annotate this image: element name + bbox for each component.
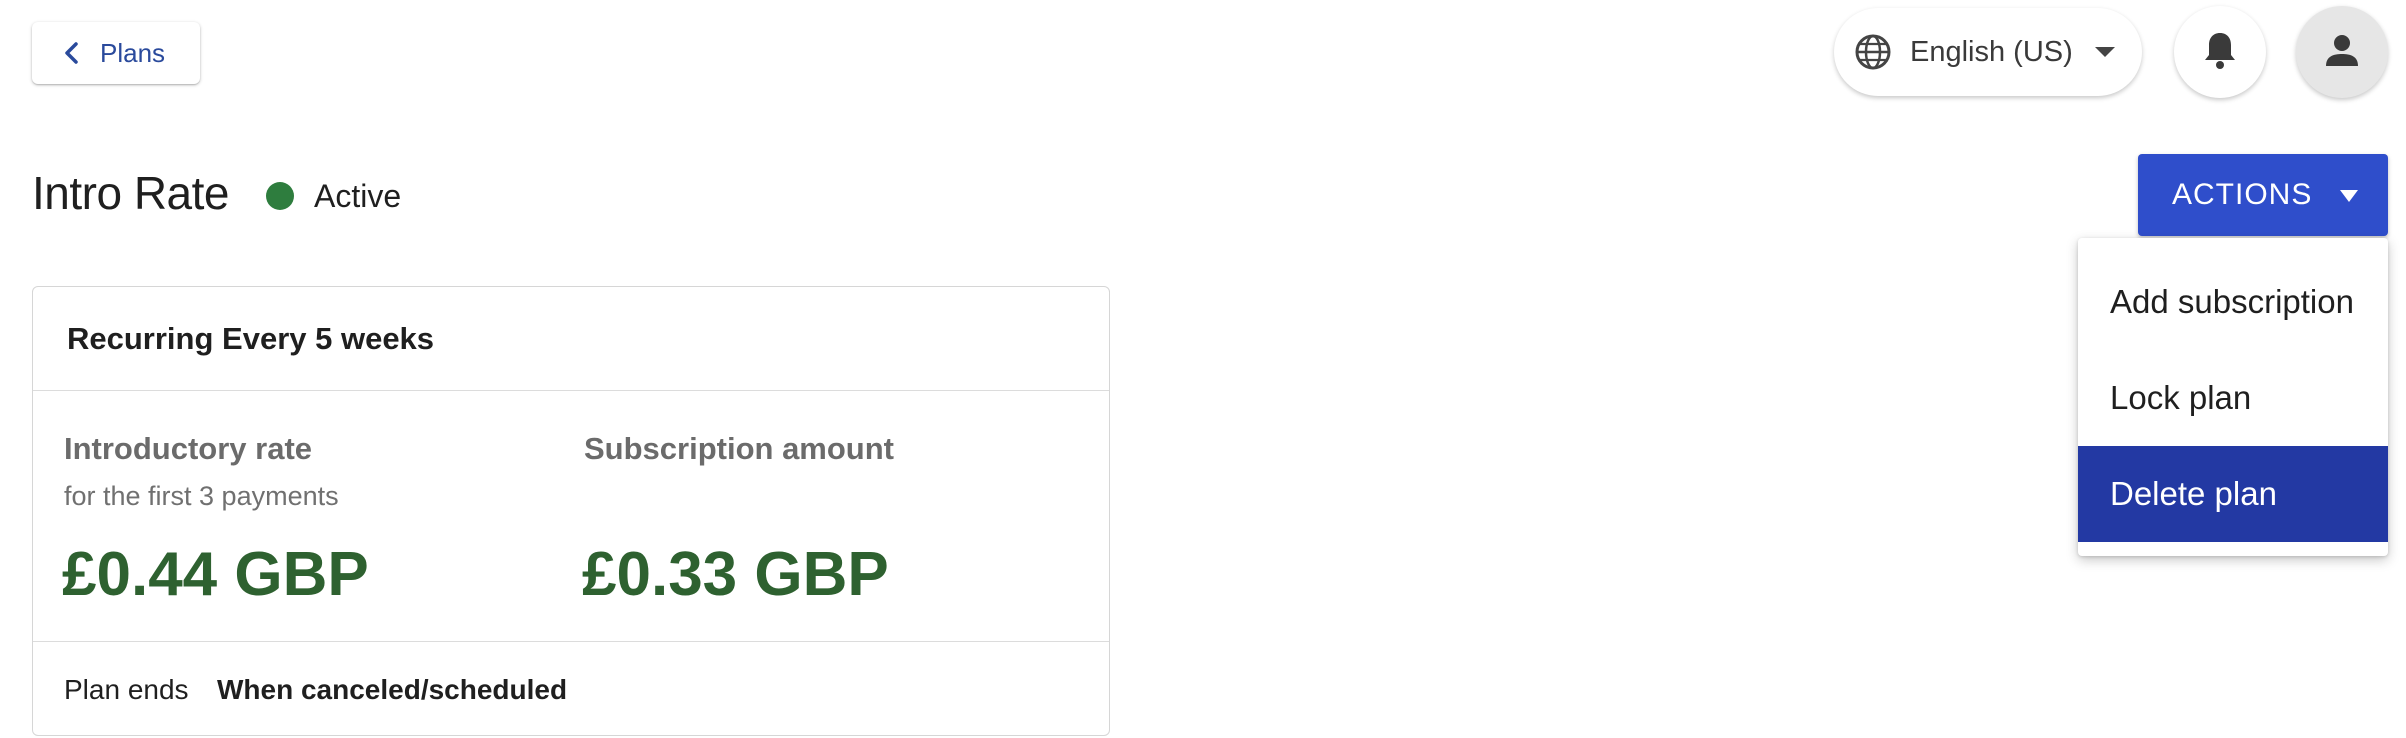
menu-item-delete-plan[interactable]: Delete plan bbox=[2078, 446, 2388, 542]
account-button[interactable] bbox=[2296, 6, 2388, 98]
caret-down-icon bbox=[2340, 190, 2358, 202]
menu-item-lock-plan[interactable]: Lock plan bbox=[2078, 350, 2388, 446]
globe-icon bbox=[1852, 31, 1894, 73]
caret-down-icon bbox=[2094, 47, 2115, 57]
subscription-amount-label: Subscription amount bbox=[584, 431, 894, 466]
chevron-left-icon bbox=[58, 39, 86, 67]
card-header: Recurring Every 5 weeks bbox=[33, 287, 1109, 391]
plan-title: Intro Rate bbox=[32, 167, 230, 219]
actions-dropdown-button[interactable]: ACTIONS bbox=[2138, 154, 2388, 236]
menu-item-label: Delete plan bbox=[2110, 475, 2277, 512]
plan-ends-label: Plan ends bbox=[64, 674, 189, 705]
intro-rate-subtext: for the first 3 payments bbox=[64, 481, 339, 511]
plan-ends-value: When canceled/scheduled bbox=[217, 674, 568, 705]
recurrence-label: Recurring Every 5 weeks bbox=[67, 321, 435, 356]
menu-item-label: Lock plan bbox=[2110, 379, 2252, 416]
language-selector[interactable]: English (US) bbox=[1834, 8, 2142, 96]
subscription-amount-value: £0.33 GBP bbox=[582, 540, 889, 609]
back-to-plans-button[interactable]: Plans bbox=[32, 22, 200, 84]
status-label: Active bbox=[314, 178, 402, 214]
status-indicator-dot bbox=[266, 182, 294, 210]
back-button-label: Plans bbox=[100, 37, 166, 68]
intro-rate-amount: £0.44 GBP bbox=[62, 540, 369, 609]
menu-item-label: Add subscription bbox=[2110, 283, 2354, 320]
actions-button-label: ACTIONS bbox=[2172, 178, 2313, 211]
person-icon bbox=[2322, 30, 2362, 75]
language-label: English (US) bbox=[1910, 35, 2073, 68]
card-footer: Plan ends When canceled/scheduled bbox=[33, 641, 1109, 737]
plan-details-card: Recurring Every 5 weeks Introductory rat… bbox=[32, 286, 1110, 736]
notifications-button[interactable] bbox=[2174, 6, 2266, 98]
actions-menu: Add subscription Lock plan Delete plan bbox=[2078, 238, 2388, 556]
menu-item-add-subscription[interactable]: Add subscription bbox=[2078, 254, 2388, 350]
intro-rate-label: Introductory rate bbox=[64, 431, 313, 466]
bell-icon bbox=[2202, 30, 2238, 75]
